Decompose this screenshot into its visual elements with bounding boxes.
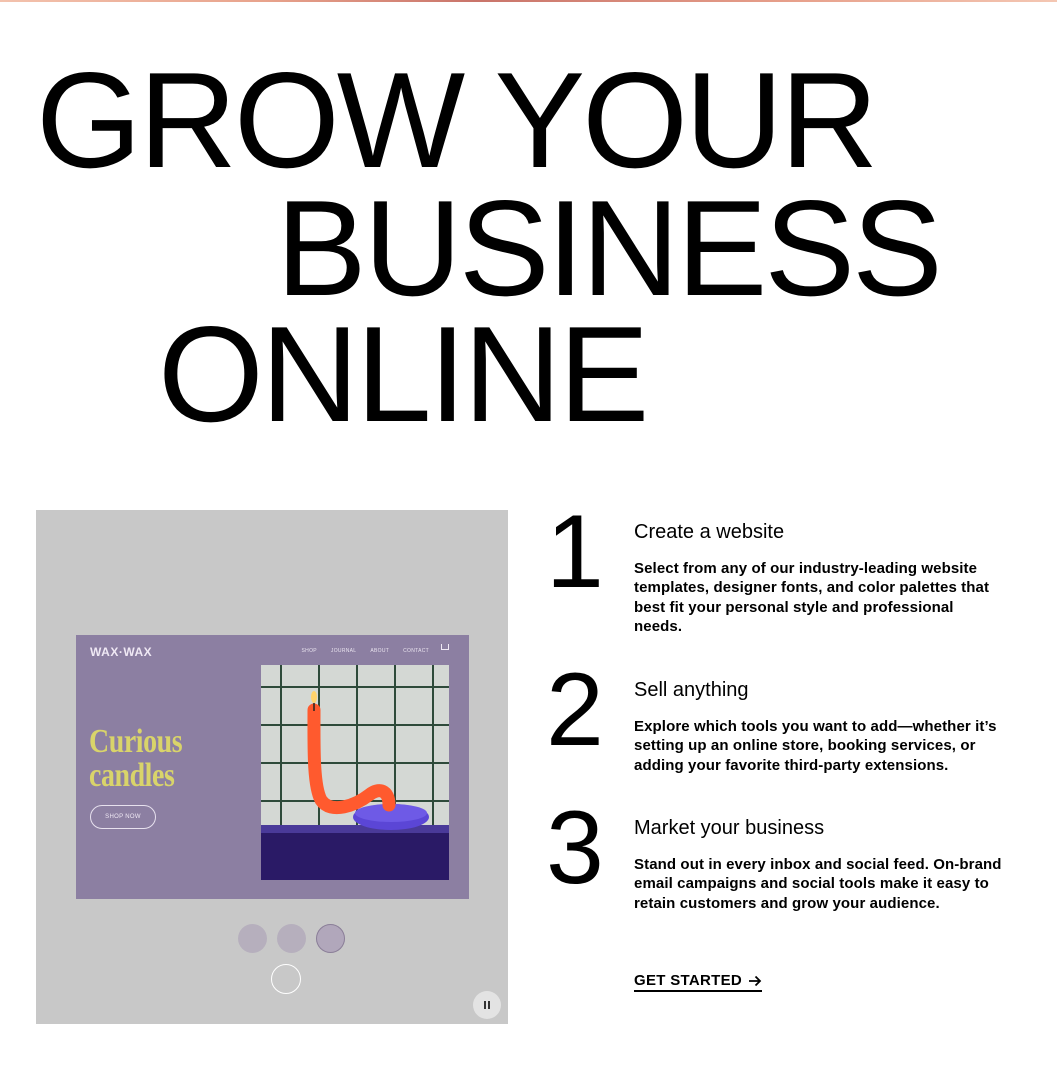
step-title: Create a website — [634, 521, 785, 543]
preview-headline-line-2: candles — [89, 757, 175, 794]
preview-nav-item: JOURNAL — [330, 648, 357, 654]
step-description: Stand out in every inbox and social feed… — [634, 856, 1002, 912]
preview-nav: SHOP JOURNAL ABOUT CONTACT — [302, 648, 449, 654]
carousel-progress-ring — [271, 964, 301, 994]
hero-title-line-3: ONLINE — [158, 298, 649, 450]
hero-title-line-1: GROW YOUR — [36, 44, 878, 196]
step-title: Sell anything — [634, 679, 749, 701]
template-preview: WAX·WAX SHOP JOURNAL ABOUT CONTACT Curio… — [76, 635, 469, 899]
preview-headline: Curious candles — [89, 723, 183, 794]
pause-icon — [483, 1001, 491, 1009]
carousel-dot[interactable] — [238, 924, 267, 953]
carousel-dot[interactable] — [277, 924, 306, 953]
arrow-right-icon — [749, 975, 762, 986]
hero-title-line-2: BUSINESS — [276, 172, 943, 324]
preview-nav-item: SHOP — [301, 648, 317, 654]
step-number: 3 — [546, 790, 604, 906]
step-description: Explore which tools you want to add—whet… — [634, 718, 997, 774]
preview-nav-item: ABOUT — [370, 648, 390, 654]
get-started-label: GET STARTED — [634, 972, 743, 989]
preview-shop-now-button: SHOP NOW — [90, 805, 156, 829]
candle-illustration — [261, 665, 449, 880]
carousel-dots — [238, 924, 345, 953]
preview-nav-item: CONTACT — [403, 648, 429, 654]
carousel-dot-active[interactable] — [316, 924, 345, 953]
step-number: 1 — [546, 494, 604, 610]
cart-icon — [441, 644, 449, 650]
step-description: Select from any of our industry-leading … — [634, 560, 990, 635]
preview-headline-line-1: Curious — [89, 723, 183, 760]
get-started-link[interactable]: GET STARTED — [634, 972, 763, 992]
template-showcase: WAX·WAX SHOP JOURNAL ABOUT CONTACT Curio… — [36, 510, 508, 1024]
top-banner-strip — [0, 0, 1057, 2]
candle-photo — [261, 665, 449, 880]
preview-logo: WAX·WAX — [90, 645, 153, 659]
step-number: 2 — [546, 652, 604, 768]
pause-button[interactable] — [473, 991, 501, 1019]
step-title: Market your business — [634, 817, 825, 839]
